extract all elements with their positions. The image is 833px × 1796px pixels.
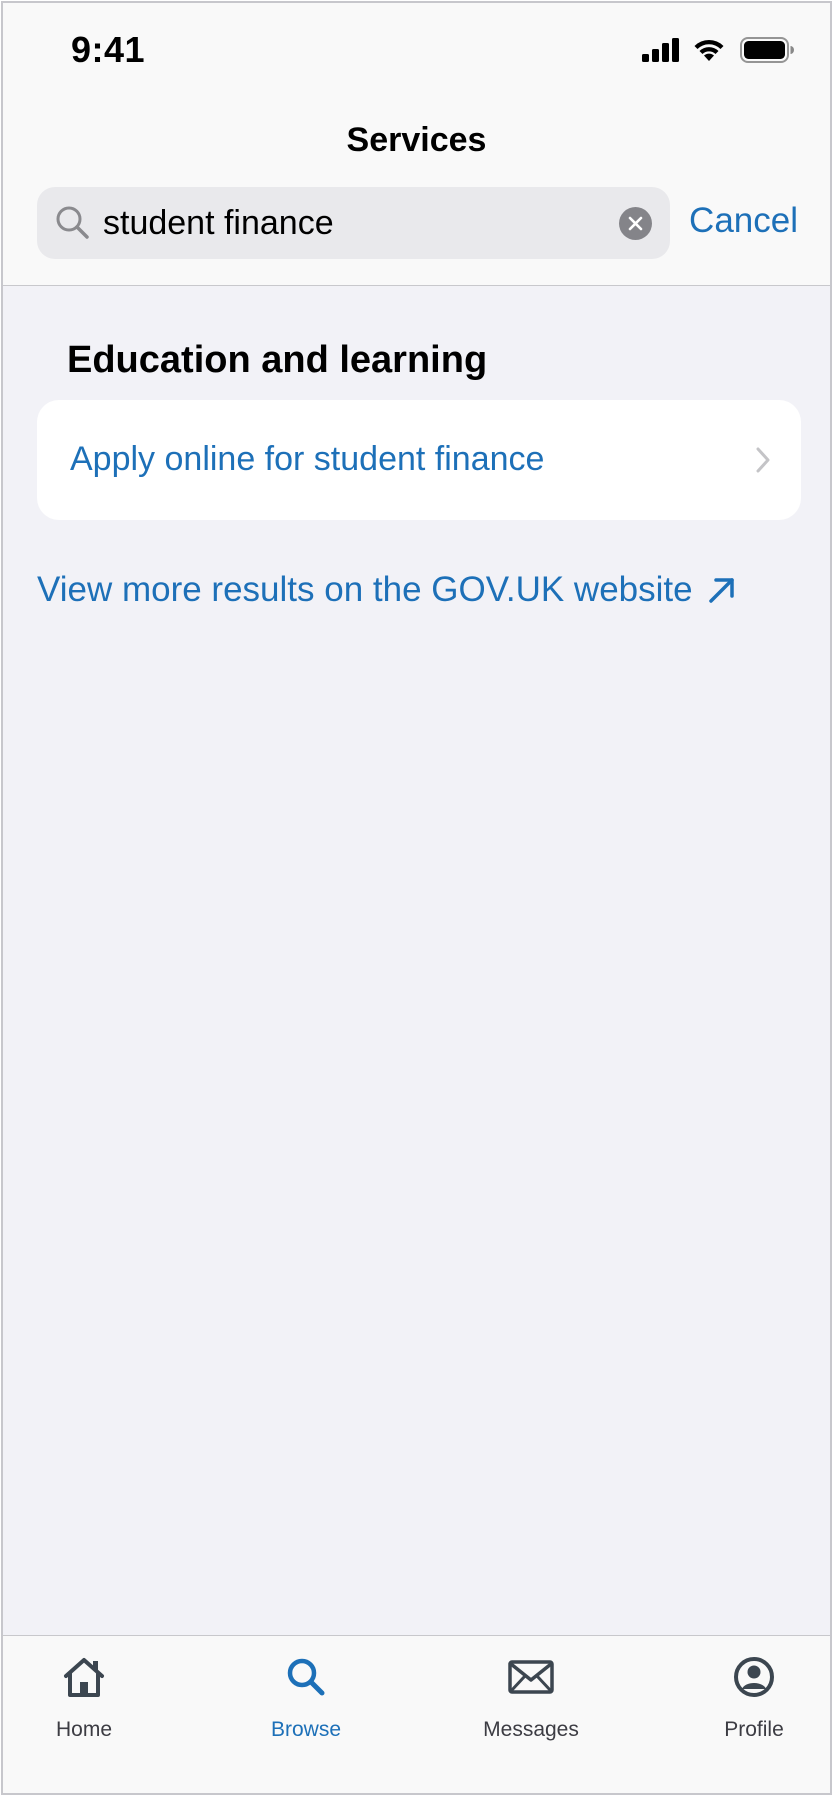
view-more-results-link[interactable]: View more results on the GOV.UK website [37, 570, 737, 610]
header: 9:41 Services student finance Cancel [3, 3, 830, 286]
clear-search-button[interactable] [619, 207, 652, 240]
view-more-results-label: View more results on the GOV.UK website [37, 570, 693, 609]
tab-label: Browse [270, 1718, 342, 1741]
search-icon [287, 1658, 325, 1696]
user-circle-icon [734, 1657, 774, 1697]
result-item-apply-student-finance[interactable]: Apply online for student finance [37, 400, 801, 520]
tab-label: Messages [483, 1718, 579, 1741]
wifi-icon [694, 39, 724, 61]
search-bar[interactable] [37, 187, 670, 259]
section-heading: Education and learning [67, 339, 488, 381]
tab-messages[interactable]: Messages [451, 1650, 611, 1760]
result-item-label: Apply online for student finance [70, 440, 545, 478]
home-icon [64, 1658, 104, 1697]
status-icons [642, 37, 794, 63]
tab-label: Home [55, 1718, 113, 1741]
chevron-right-icon [756, 447, 770, 473]
cellular-signal-icon [642, 38, 679, 62]
battery-icon [740, 37, 794, 63]
envelope-icon [508, 1660, 554, 1694]
close-icon [628, 216, 643, 231]
search-input[interactable] [103, 187, 603, 259]
page-title: Services [346, 121, 487, 159]
search-icon [56, 206, 89, 239]
phone-screen: 9:41 Services student finance Cancel Edu… [1, 1, 832, 1795]
tab-home[interactable]: Home [4, 1650, 164, 1760]
tab-browse[interactable]: Browse [226, 1650, 386, 1760]
tab-label: Profile [724, 1718, 784, 1741]
external-link-arrow-icon [708, 578, 734, 603]
cancel-button[interactable]: Cancel [689, 201, 798, 241]
tab-profile[interactable]: Profile [674, 1650, 830, 1760]
status-time: 9:41 [71, 29, 146, 70]
tab-bar: Home Browse Messages Profile [3, 1635, 830, 1793]
